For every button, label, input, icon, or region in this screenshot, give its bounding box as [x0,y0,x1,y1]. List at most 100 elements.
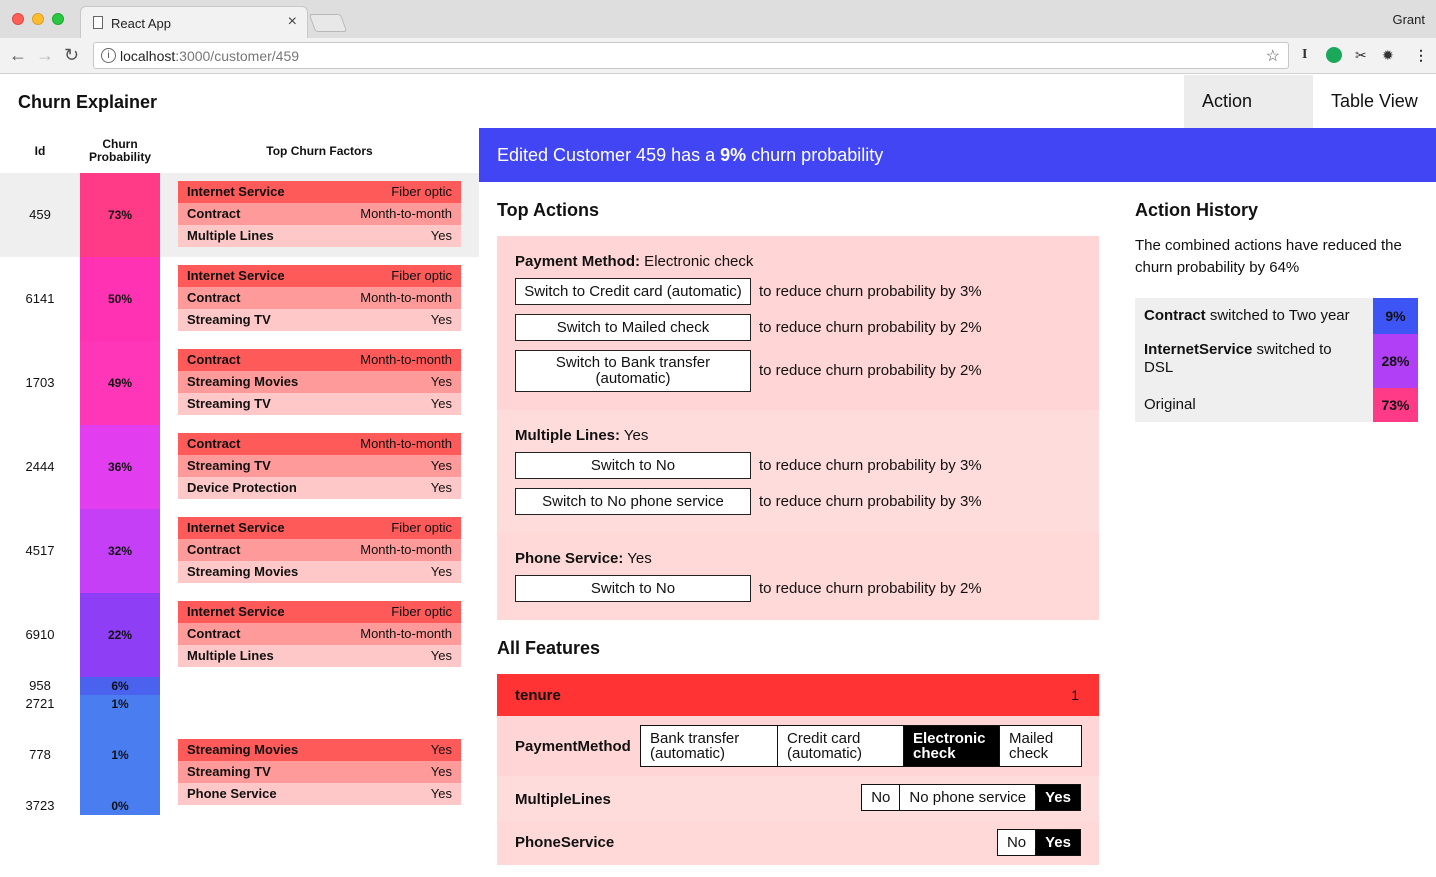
churn-probability-cell: 36% [80,425,160,509]
churn-factor-name: Streaming TV [187,312,271,327]
churn-factor-value: Yes [430,458,452,473]
option-mailed-check[interactable]: Mailed check [1000,726,1081,766]
churn-factor: Contract Month-to-month [178,623,461,645]
extension-green-circle-icon[interactable] [1326,47,1342,63]
churn-probability-cell: 73% [80,173,160,257]
all-features-title: All Features [497,638,601,658]
maximize-window-button[interactable] [52,13,64,25]
option-bank-transfer-automatic-[interactable]: Bank transfer (automatic) [641,726,778,766]
customer-row[interactable]: 2444 36% Contract Month-to-month Streaming T… [0,425,479,509]
close-window-button[interactable] [12,13,24,25]
action-group: Phone Service: Yes Switch to No to reduce … [497,533,1099,620]
action-group: Payment Method: Electronic check Switch t… [497,236,1099,410]
churn-factor-name: Streaming Movies [187,564,299,579]
customer-row[interactable]: 1703 49% Contract Month-to-month Streaming M… [0,341,479,425]
option-yes[interactable]: Yes [1036,830,1080,855]
switch-action-button[interactable]: Switch to No [515,575,751,602]
customer-row[interactable]: 3723 0% [0,797,479,815]
switch-action-button[interactable]: Switch to Credit card (automatic) [515,278,751,305]
reload-icon[interactable]: ↻ [64,45,79,66]
churn-probability-value: 1% [111,748,129,762]
extension-i-icon[interactable]: I [1302,47,1307,63]
url-text: localhost:3000/customer/459 [120,48,300,64]
document-icon [93,16,103,29]
option-no-phone-service[interactable]: No phone service [900,785,1037,810]
churn-factor-name: Multiple Lines [187,648,274,663]
churn-factor-value: Yes [430,312,452,327]
option-credit-card-automatic-[interactable]: Credit card (automatic) [778,726,904,766]
payment-method-selector[interactable]: Bank transfer (automatic) Credit card (au… [640,725,1082,767]
churn-probability-cell: 0% [80,797,160,815]
action-group-title: Payment Method: Electronic check [515,253,753,270]
churn-banner: Edited Customer 459 has a 9% churn proba… [479,128,1436,182]
action-history-list: Contract switched to Two year 9% InternetS… [1135,298,1418,422]
customer-row[interactable]: 4517 32% Internet Service Fiber optic Contra… [0,509,479,593]
forward-arrow-icon[interactable]: → [36,45,54,66]
switch-action-button[interactable]: Switch to Bank transfer (automatic) [515,350,751,392]
option-no[interactable]: No [998,830,1037,855]
churn-factor-value: Fiber optic [391,268,452,283]
customer-id: 4517 [25,543,55,558]
history-probability: 73% [1373,388,1418,422]
customer-row[interactable]: 2721 1% [0,695,479,713]
churn-factor-value: Yes [430,228,452,243]
churn-factor-value: Yes [430,648,452,663]
option-yes[interactable]: Yes [1036,785,1080,810]
profile-name[interactable]: Grant [1392,12,1425,27]
history-change: Original [1144,396,1196,413]
customer-row[interactable]: 778 1% Streaming Movies Yes Streaming TV Yes P… [0,713,479,805]
feature-row-payment-method: PaymentMethod Bank transfer (automatic) C… [497,716,1099,776]
bookmark-star-icon[interactable]: ☆ [1266,46,1280,66]
churn-factor-name: Multiple Lines [187,228,274,243]
churn-probability-value: 6% [111,679,129,693]
customer-row[interactable]: 6910 22% Internet Service Fiber optic Contra… [0,593,479,677]
feature-label: tenure [515,687,561,704]
customer-id: 459 [29,207,51,222]
browser-menu-icon[interactable]: ⋮ [1414,47,1428,64]
churn-factor-list: Internet Service Fiber optic Contract Month… [178,265,461,331]
info-icon[interactable]: i [101,48,116,63]
extension-bug-icon[interactable]: ✹ [1382,47,1394,64]
churn-probability-cell: 32% [80,509,160,593]
customer-row[interactable]: 6141 50% Internet Service Fiber optic Contra… [0,257,479,341]
new-tab-button[interactable] [308,14,348,32]
back-arrow-icon[interactable]: ← [9,45,27,66]
browser-tab[interactable]: React App × [80,6,308,38]
extension-pin-icon[interactable]: ✂ [1355,47,1367,64]
history-item: Original 73% [1135,388,1418,422]
churn-factor-list: Internet Service Fiber optic Contract Month… [178,601,461,667]
option-electronic-check[interactable]: Electronic check [904,726,1000,766]
churn-probability-cell: 49% [80,341,160,425]
history-probability: 28% [1373,334,1418,388]
action-feature-current: Yes [620,427,649,444]
switch-action-button[interactable]: Switch to No phone service [515,488,751,515]
customer-id: 1703 [25,375,55,390]
action-group-title: Multiple Lines: Yes [515,427,648,444]
churn-factor: Streaming Movies Yes [178,371,461,393]
tenure-value[interactable]: 1 [1071,687,1079,703]
tab-table-view[interactable]: Table View [1313,75,1436,128]
minimize-window-button[interactable] [32,13,44,25]
churn-factor: Streaming TV Yes [178,309,461,331]
churn-probability-cell: 1% [80,695,160,713]
feature-label: PaymentMethod [515,738,631,755]
churn-factor: Internet Service Fiber optic [178,265,461,287]
churn-factor-name: Streaming TV [187,458,271,473]
customer-row[interactable]: 958 6% [0,677,479,695]
feature-row-phone-service: PhoneService No Yes [497,822,1099,865]
close-tab-icon[interactable]: × [288,13,297,31]
feature-row-tenure[interactable]: tenure 1 [497,674,1099,716]
multiple-lines-selector[interactable]: No No phone service Yes [861,784,1081,811]
phone-service-selector[interactable]: No Yes [996,829,1081,856]
option-no[interactable]: No [862,785,901,810]
churn-probability-value: 32% [107,544,133,558]
top-actions-title: Top Actions [497,200,599,220]
customer-row[interactable]: 459 73% Internet Service Fiber optic Contrac… [0,173,479,257]
switch-action-button[interactable]: Switch to No [515,452,751,479]
address-bar[interactable]: i localhost:3000/customer/459 ☆ [93,42,1289,69]
tab-action-view[interactable]: Action View [1184,75,1313,164]
switch-action-button[interactable]: Switch to Mailed check [515,314,751,341]
churn-factor: Streaming Movies Yes [178,739,461,761]
churn-probability-cell: 50% [80,257,160,341]
churn-factor-value: Yes [430,764,452,779]
